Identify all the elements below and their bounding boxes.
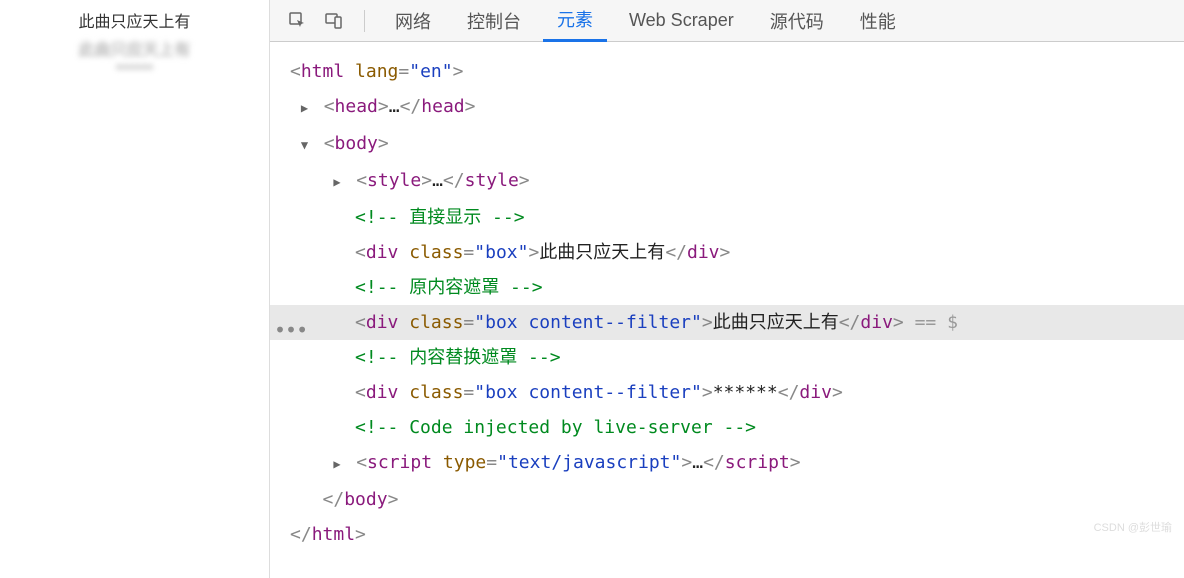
dom-node-script[interactable]: <script type="text/javascript">…</script… xyxy=(270,445,1184,482)
dom-comment[interactable]: <!-- Code injected by live-server --> xyxy=(270,410,1184,445)
device-toggle-icon[interactable] xyxy=(320,7,348,35)
expand-arrow-icon[interactable] xyxy=(301,91,313,126)
dom-node-html-close[interactable]: </html> xyxy=(270,517,1184,552)
dom-node-html[interactable]: <html lang="en"> xyxy=(270,54,1184,89)
devtools-toolbar: 网络 控制台 元素 Web Scraper 源代码 性能 xyxy=(270,0,1184,42)
toolbar-separator xyxy=(364,10,365,32)
dom-node-style[interactable]: <style>…</style> xyxy=(270,163,1184,200)
rendered-line-1: 此曲只应天上有 xyxy=(0,8,269,32)
dom-node-div1[interactable]: <div class="box">此曲只应天上有</div> xyxy=(270,235,1184,270)
dom-node-div2-selected[interactable]: ••• <div class="box content--filter">此曲只… xyxy=(270,305,1184,340)
inspect-icon[interactable] xyxy=(284,7,312,35)
dom-node-body-close[interactable]: </body> xyxy=(270,482,1184,517)
expand-arrow-icon[interactable] xyxy=(333,165,345,200)
rendered-line-3-blurred: ****** xyxy=(0,62,269,80)
tab-console[interactable]: 控制台 xyxy=(453,0,535,42)
rendered-content: 此曲只应天上有 此曲只应天上有 ****** xyxy=(0,8,269,80)
dom-node-body-open[interactable]: <body> xyxy=(270,126,1184,163)
expand-arrow-icon[interactable] xyxy=(333,447,345,482)
dom-comment[interactable]: <!-- 内容替换遮罩 --> xyxy=(270,340,1184,375)
rendered-page-pane: 此曲只应天上有 此曲只应天上有 ****** xyxy=(0,0,270,578)
tab-elements[interactable]: 元素 xyxy=(543,0,607,42)
dom-comment[interactable]: <!-- 原内容遮罩 --> xyxy=(270,270,1184,305)
dom-node-head[interactable]: <head>…</head> xyxy=(270,89,1184,126)
dom-tree[interactable]: <html lang="en"> <head>…</head> <body> <… xyxy=(270,42,1184,552)
tab-performance[interactable]: 性能 xyxy=(846,0,910,42)
devtools-pane: 网络 控制台 元素 Web Scraper 源代码 性能 <html lang=… xyxy=(270,0,1184,578)
tab-sources[interactable]: 源代码 xyxy=(756,0,838,42)
collapse-arrow-icon[interactable] xyxy=(301,128,313,163)
tab-network[interactable]: 网络 xyxy=(381,0,445,42)
rendered-line-2-blurred: 此曲只应天上有 xyxy=(0,36,269,60)
dom-node-div3[interactable]: <div class="box content--filter">******<… xyxy=(270,375,1184,410)
tab-webscraper[interactable]: Web Scraper xyxy=(615,0,748,42)
dom-comment[interactable]: <!-- 直接显示 --> xyxy=(270,200,1184,235)
watermark-text: CSDN @彭世瑜 xyxy=(1094,511,1172,546)
